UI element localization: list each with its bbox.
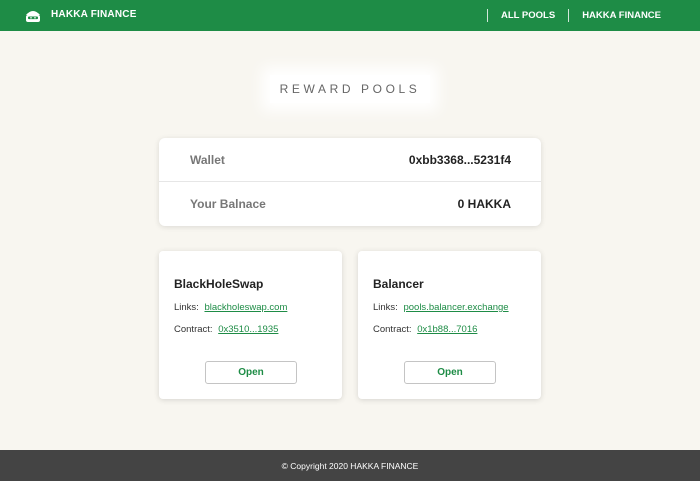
balance-row: Your Balnace 0 HAKKA [159, 182, 541, 226]
balance-label: Your Balnace [190, 197, 266, 211]
nav-divider [486, 9, 488, 22]
pool-name: Balancer [373, 277, 424, 291]
wallet-label: Wallet [190, 153, 225, 167]
pool-contract-link[interactable]: 0x1b88...7016 [417, 324, 477, 335]
wallet-address: 0xbb3368...5231f4 [408, 153, 511, 167]
brand-name[interactable]: HAKKA FINANCE [51, 9, 137, 20]
pool-name: BlackHoleSwap [174, 277, 264, 291]
nav-all-pools-link[interactable]: ALL POOLS [488, 10, 568, 21]
page-title-wrapper: REWARD POOLS [0, 72, 700, 106]
top-navbar: HAKKA FINANCE ALL POOLS HAKKA FINANCE [0, 0, 700, 31]
page-title: REWARD POOLS [269, 75, 431, 103]
pool-card-blackholeswap: BlackHoleSwap Links: blackholeswap.com C… [159, 251, 342, 399]
pool-contract-line: Contract: 0x3510...1935 [174, 324, 278, 335]
pool-card-balancer: Balancer Links: pools.balancer.exchange … [358, 251, 541, 399]
pool-links-line: Links: blackholeswap.com [174, 302, 287, 313]
footer: © Copyright 2020 HAKKA FINANCE [0, 450, 700, 481]
pool-contract-link[interactable]: 0x3510...1935 [218, 324, 278, 335]
links-label: Links: [174, 302, 199, 313]
balance-value: 0 HAKKA [457, 197, 511, 211]
pool-website-link[interactable]: blackholeswap.com [204, 302, 287, 313]
nav-hakka-finance-link[interactable]: HAKKA FINANCE [569, 10, 700, 21]
contract-label: Contract: [174, 324, 213, 335]
wallet-card: Wallet 0xbb3368...5231f4 Your Balnace 0 … [159, 138, 541, 226]
open-pool-button[interactable]: Open [205, 361, 297, 384]
open-pool-button[interactable]: Open [404, 361, 496, 384]
top-nav: ALL POOLS HAKKA FINANCE [486, 0, 700, 31]
wallet-row: Wallet 0xbb3368...5231f4 [159, 138, 541, 182]
nav-divider [568, 9, 570, 22]
pool-website-link[interactable]: pools.balancer.exchange [403, 302, 508, 313]
pool-links-line: Links: pools.balancer.exchange [373, 302, 509, 313]
hakka-ninja-logo-icon[interactable] [25, 8, 41, 23]
copyright-text: © Copyright 2020 HAKKA FINANCE [281, 460, 419, 471]
pool-contract-line: Contract: 0x1b88...7016 [373, 324, 477, 335]
links-label: Links: [373, 302, 398, 313]
contract-label: Contract: [373, 324, 412, 335]
